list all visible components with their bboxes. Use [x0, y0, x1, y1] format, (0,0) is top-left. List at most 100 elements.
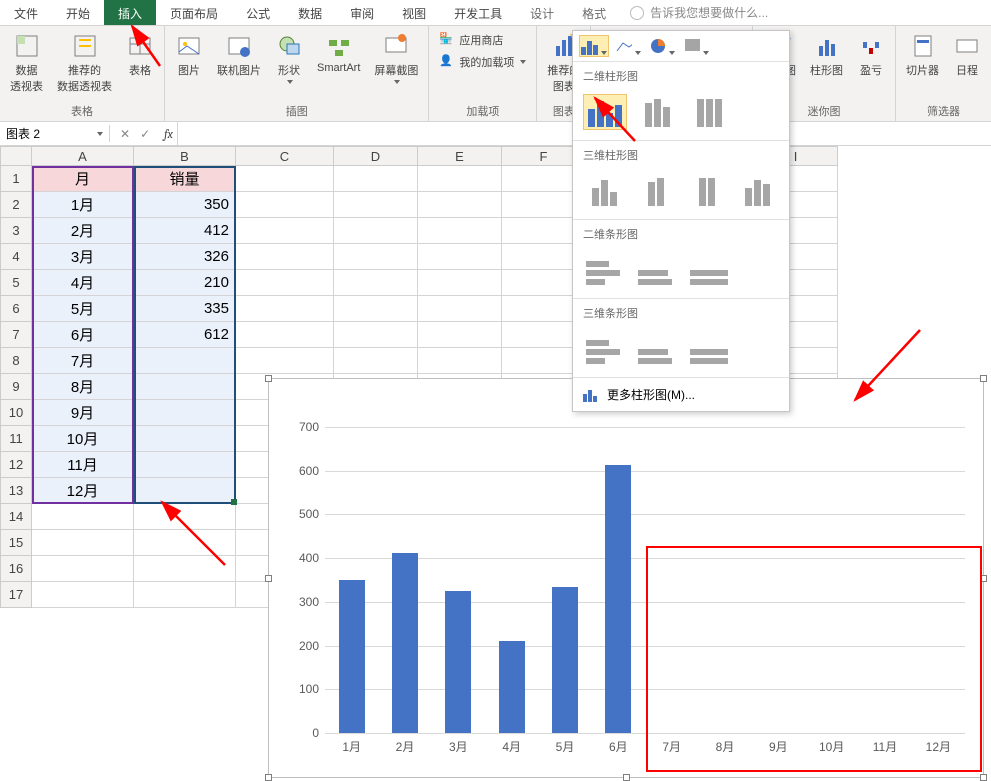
pictures-button[interactable]: 图片: [171, 30, 207, 80]
cell-B11[interactable]: [134, 426, 236, 452]
cell-A14[interactable]: [32, 504, 134, 530]
row-header-7[interactable]: 7: [0, 322, 32, 348]
timeline-button[interactable]: 日程: [949, 30, 985, 80]
row-header-3[interactable]: 3: [0, 218, 32, 244]
cell-D3[interactable]: [334, 218, 418, 244]
row-header-13[interactable]: 13: [0, 478, 32, 504]
bar-3月[interactable]: [445, 591, 471, 734]
chart-3d-stacked-column[interactable]: [634, 173, 677, 209]
cell-A10[interactable]: 9月: [32, 400, 134, 426]
tell-me-input[interactable]: 告诉我您想要做什么...: [620, 0, 991, 25]
cell-B7[interactable]: 612: [134, 322, 236, 348]
bar-2月[interactable]: [392, 553, 418, 733]
cell-C6[interactable]: [236, 296, 334, 322]
col-header-B[interactable]: B: [134, 146, 236, 166]
col-header-A[interactable]: A: [32, 146, 134, 166]
col-header-D[interactable]: D: [334, 146, 418, 166]
cell-A17[interactable]: [32, 582, 134, 608]
my-addins-button[interactable]: 👤 我的加载项: [435, 52, 530, 72]
cell-B15[interactable]: [134, 530, 236, 556]
chart-3d-100-stacked-column[interactable]: [685, 173, 728, 209]
cell-B8[interactable]: [134, 348, 236, 374]
cell-A3[interactable]: 2月: [32, 218, 134, 244]
cell-C7[interactable]: [236, 322, 334, 348]
table-button[interactable]: 表格: [122, 30, 158, 80]
cell-C3[interactable]: [236, 218, 334, 244]
slicer-button[interactable]: 切片器: [902, 30, 943, 80]
row-header-12[interactable]: 12: [0, 452, 32, 478]
cell-E4[interactable]: [418, 244, 502, 270]
embedded-chart[interactable]: 01002003004005006007001月2月3月4月5月6月7月8月9月…: [268, 378, 984, 778]
cell-E8[interactable]: [418, 348, 502, 374]
name-box[interactable]: 图表 2: [0, 125, 110, 142]
gallery-line-button[interactable]: [613, 35, 643, 57]
cell-A11[interactable]: 10月: [32, 426, 134, 452]
chart-3d-clustered-bar[interactable]: [583, 331, 627, 367]
row-header-10[interactable]: 10: [0, 400, 32, 426]
tab-view[interactable]: 视图: [388, 0, 440, 25]
tab-file[interactable]: 文件: [0, 0, 52, 25]
bar-4月[interactable]: [499, 641, 525, 733]
tab-format[interactable]: 格式: [568, 0, 620, 25]
select-all-corner[interactable]: [0, 146, 32, 166]
screenshot-button[interactable]: 屏幕截图: [370, 30, 422, 86]
cell-A13[interactable]: 12月: [32, 478, 134, 504]
cell-A12[interactable]: 11月: [32, 452, 134, 478]
cell-C1[interactable]: [236, 166, 334, 192]
cell-B17[interactable]: [134, 582, 236, 608]
store-button[interactable]: 🏪 应用商店: [435, 30, 530, 50]
cell-D6[interactable]: [334, 296, 418, 322]
cell-E7[interactable]: [418, 322, 502, 348]
online-pictures-button[interactable]: 联机图片: [213, 30, 265, 80]
cell-C5[interactable]: [236, 270, 334, 296]
gallery-map-button[interactable]: [681, 35, 711, 57]
chart-stacked-bar[interactable]: [635, 252, 679, 288]
pivottable-button[interactable]: 数据 透视表: [6, 30, 47, 96]
cell-B10[interactable]: [134, 400, 236, 426]
recommended-pivottable-button[interactable]: 推荐的 数据透视表: [53, 30, 116, 96]
tab-data[interactable]: 数据: [284, 0, 336, 25]
cell-A5[interactable]: 4月: [32, 270, 134, 296]
chart-3d-100-stacked-bar[interactable]: [687, 331, 731, 367]
cell-B14[interactable]: [134, 504, 236, 530]
tab-layout[interactable]: 页面布局: [156, 0, 232, 25]
cell-E5[interactable]: [418, 270, 502, 296]
row-header-4[interactable]: 4: [0, 244, 32, 270]
cell-A2[interactable]: 1月: [32, 192, 134, 218]
chart-100-stacked-column[interactable]: [687, 94, 731, 130]
tab-dev[interactable]: 开发工具: [440, 0, 516, 25]
row-header-17[interactable]: 17: [0, 582, 32, 608]
row-header-6[interactable]: 6: [0, 296, 32, 322]
bar-1月[interactable]: [339, 580, 365, 733]
cell-E6[interactable]: [418, 296, 502, 322]
row-header-14[interactable]: 14: [0, 504, 32, 530]
enter-icon[interactable]: ✓: [140, 127, 150, 141]
cell-B1[interactable]: 销量: [134, 166, 236, 192]
cell-D7[interactable]: [334, 322, 418, 348]
chart-100-stacked-bar[interactable]: [687, 252, 731, 288]
tab-review[interactable]: 审阅: [336, 0, 388, 25]
cell-A8[interactable]: 7月: [32, 348, 134, 374]
cell-C2[interactable]: [236, 192, 334, 218]
cell-A9[interactable]: 8月: [32, 374, 134, 400]
tab-home[interactable]: 开始: [52, 0, 104, 25]
cell-D2[interactable]: [334, 192, 418, 218]
sparkline-column-button[interactable]: 柱形图: [806, 30, 847, 80]
cell-A7[interactable]: 6月: [32, 322, 134, 348]
chart-plot-area[interactable]: 01002003004005006007001月2月3月4月5月6月7月8月9月…: [325, 427, 965, 733]
bar-6月[interactable]: [605, 465, 631, 733]
cell-B6[interactable]: 335: [134, 296, 236, 322]
row-header-1[interactable]: 1: [0, 166, 32, 192]
row-header-9[interactable]: 9: [0, 374, 32, 400]
row-header-16[interactable]: 16: [0, 556, 32, 582]
row-header-8[interactable]: 8: [0, 348, 32, 374]
row-header-15[interactable]: 15: [0, 530, 32, 556]
tab-insert[interactable]: 插入: [104, 0, 156, 25]
cell-E2[interactable]: [418, 192, 502, 218]
gallery-column-button[interactable]: [579, 35, 609, 57]
bar-5月[interactable]: [552, 587, 578, 733]
tab-formulas[interactable]: 公式: [232, 0, 284, 25]
cell-B5[interactable]: 210: [134, 270, 236, 296]
cell-D1[interactable]: [334, 166, 418, 192]
more-column-charts[interactable]: 更多柱形图(M)...: [573, 377, 789, 411]
